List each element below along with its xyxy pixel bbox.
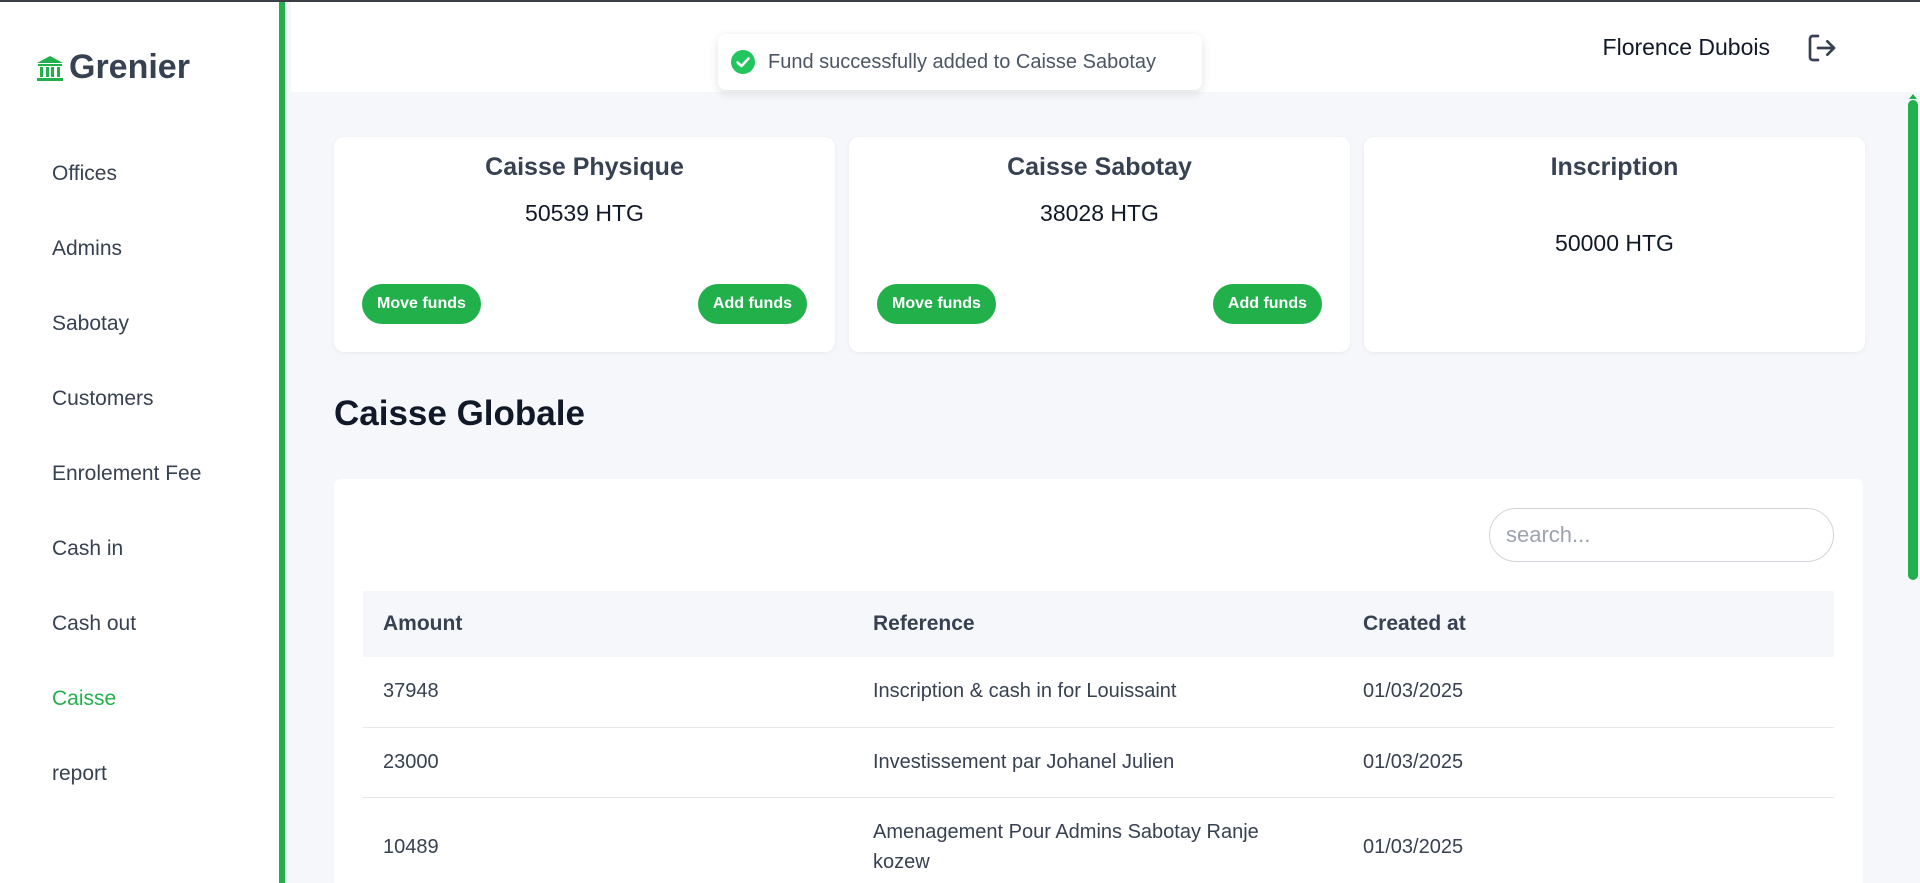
column-header-amount[interactable]: Amount [363, 591, 853, 657]
check-circle-icon [731, 50, 755, 74]
sidebar-item-report[interactable]: report [52, 752, 201, 827]
bank-icon [37, 55, 63, 81]
transactions-table: Amount Reference Created at 37948 Inscri… [363, 591, 1834, 883]
cell-created-at: 01/03/2025 [1343, 797, 1834, 883]
sidebar-item-offices[interactable]: Offices [52, 152, 201, 227]
sidebar-item-admins[interactable]: Admins [52, 227, 201, 302]
main-content: Caisse Physique 50539 HTG Move funds Add… [291, 92, 1920, 883]
table-header-row: Amount Reference Created at [363, 591, 1834, 657]
card-title: Caisse Sabotay [1007, 153, 1192, 181]
sidebar-item-caisse[interactable]: Caisse [52, 677, 201, 752]
sidebar-item-enrolement-fee[interactable]: Enrolement Fee [52, 452, 201, 527]
card-title: Inscription [1550, 153, 1679, 181]
cell-reference: Investissement par Johanel Julien [853, 727, 1343, 798]
sidebar-item-cash-in[interactable]: Cash in [52, 527, 201, 602]
card-amount: 50539 HTG [525, 200, 644, 226]
cell-amount: 23000 [363, 727, 853, 798]
table-row[interactable]: 37948 Inscription & cash in for Louissai… [363, 657, 1834, 728]
section-title: Caisse Globale [334, 394, 585, 433]
column-header-reference[interactable]: Reference [853, 591, 1343, 657]
card-caisse-physique: Caisse Physique 50539 HTG Move funds Add… [334, 137, 835, 352]
move-funds-button[interactable]: Move funds [362, 284, 481, 324]
cell-reference: Amenagement Pour Admins Sabotay Ranje ko… [853, 797, 1343, 883]
cell-created-at: 01/03/2025 [1343, 657, 1834, 728]
card-amount: 50000 HTG [1555, 230, 1674, 256]
cell-created-at: 01/03/2025 [1343, 727, 1834, 798]
toast-message: Fund successfully added to Caisse Sabota… [768, 50, 1156, 73]
search-input[interactable] [1489, 508, 1834, 562]
add-funds-button[interactable]: Add funds [1212, 284, 1322, 324]
sidebar-item-cash-out[interactable]: Cash out [52, 602, 201, 677]
cell-amount: 37948 [363, 657, 853, 728]
user-name: Florence Dubois [1602, 34, 1770, 60]
sidebar-item-customers[interactable]: Customers [52, 377, 201, 452]
scroll-up-arrow[interactable] [1909, 94, 1917, 99]
sidebar: Grenier Offices Admins Sabotay Customers… [0, 2, 285, 883]
cell-reference: Inscription & cash in for Louissaint [853, 657, 1343, 728]
card-inscription: Inscription 50000 HTG [1364, 137, 1865, 352]
app-logo[interactable]: Grenier [35, 48, 190, 87]
scrollbar-thumb[interactable] [1908, 100, 1918, 580]
sidebar-item-sabotay[interactable]: Sabotay [52, 302, 201, 377]
table-row[interactable]: 10489 Amenagement Pour Admins Sabotay Ra… [363, 797, 1834, 883]
table-row[interactable]: 23000 Investissement par Johanel Julien … [363, 727, 1834, 798]
logout-icon[interactable] [1806, 32, 1838, 64]
card-caisse-sabotay: Caisse Sabotay 38028 HTG Move funds Add … [849, 137, 1350, 352]
success-toast[interactable]: Fund successfully added to Caisse Sabota… [718, 34, 1202, 90]
transactions-panel: Amount Reference Created at 37948 Inscri… [334, 479, 1863, 883]
logo-text: Grenier [69, 48, 190, 86]
column-header-created-at[interactable]: Created at [1343, 591, 1834, 657]
balance-cards: Caisse Physique 50539 HTG Move funds Add… [334, 137, 1865, 352]
card-amount: 38028 HTG [1040, 200, 1159, 226]
card-title: Caisse Physique [485, 153, 684, 181]
cell-amount: 10489 [363, 797, 853, 883]
move-funds-button[interactable]: Move funds [877, 284, 996, 324]
sidebar-nav: Offices Admins Sabotay Customers Enrolem… [52, 152, 201, 827]
add-funds-button[interactable]: Add funds [697, 284, 807, 324]
